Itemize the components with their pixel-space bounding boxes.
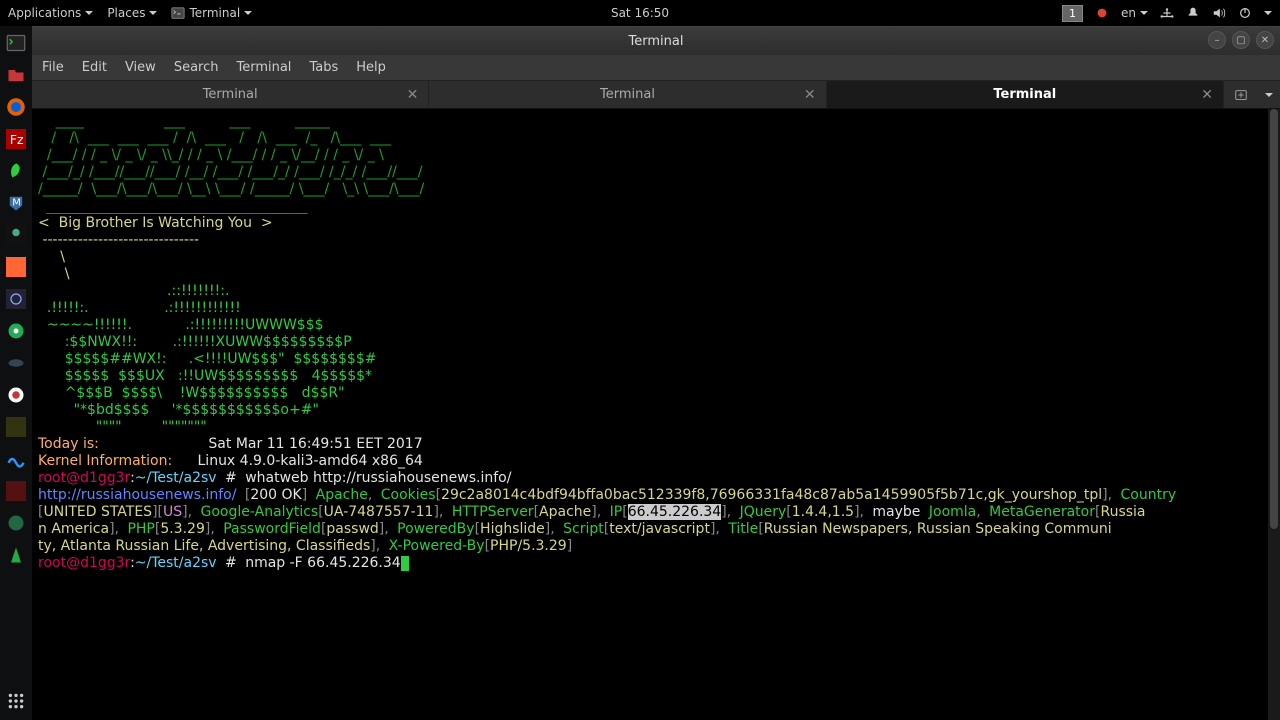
places-label: Places — [107, 6, 145, 20]
close-icon[interactable]: ✕ — [407, 87, 419, 103]
top-panel: Applications Places Terminal Sat 16:50 1… — [0, 0, 1280, 26]
chevron-down-icon — [149, 11, 157, 15]
dock-maltego[interactable] — [3, 382, 29, 408]
dock: Fz M — [0, 26, 32, 720]
dock-leafpad[interactable] — [3, 158, 29, 184]
tab-3[interactable]: Terminal ✕ — [827, 81, 1224, 108]
prompt-user: root@d1gg3r — [38, 470, 130, 486]
power-icon[interactable] — [1238, 6, 1252, 20]
minimize-button[interactable]: – — [1208, 31, 1226, 49]
dock-files[interactable] — [3, 62, 29, 88]
window-title: Terminal — [629, 34, 684, 49]
dock-zenmap[interactable] — [3, 318, 29, 344]
record-icon[interactable] — [1095, 6, 1109, 20]
dock-tool-1[interactable] — [3, 286, 29, 312]
prompt-path: ~/Test/a2sv — [135, 555, 217, 571]
ww-url: http://russiahousenews.info/ — [38, 487, 236, 503]
active-app-label: Terminal — [189, 6, 240, 20]
kernel-label: Kernel Information: — [38, 453, 172, 469]
scrollbar[interactable] — [1268, 109, 1280, 720]
menu-search[interactable]: Search — [174, 60, 219, 75]
new-tab-button[interactable] — [1224, 81, 1258, 108]
close-icon[interactable]: ✕ — [804, 87, 816, 103]
terminal-viewport[interactable]: ____ ___ ___ _____ / /\ ___ ___ ___ / /\… — [32, 109, 1280, 720]
cmd-nmap: nmap -F 66.45.226.34 — [245, 555, 401, 571]
dock-tool-4[interactable] — [3, 510, 29, 536]
tab-1[interactable]: Terminal ✕ — [32, 81, 429, 108]
menu-terminal[interactable]: Terminal — [236, 60, 291, 75]
notification-icon[interactable] — [1186, 6, 1200, 20]
today-label: Today is: — [38, 436, 99, 452]
maximize-button[interactable]: ▢ — [1232, 31, 1250, 49]
places-menu[interactable]: Places — [107, 6, 157, 20]
dock-firefox[interactable] — [3, 94, 29, 120]
applications-menu[interactable]: Applications — [8, 6, 93, 20]
svg-text:M: M — [12, 198, 21, 209]
dock-tool-2[interactable] — [3, 414, 29, 440]
chevron-down-icon — [1264, 11, 1272, 15]
keyboard-layout[interactable]: en — [1121, 6, 1148, 20]
cursor — [401, 556, 409, 571]
motd-dashes: ------------------------------- — [38, 232, 199, 248]
today-value: Sat Mar 11 16:49:51 EET 2017 — [208, 436, 422, 452]
active-app-menu[interactable]: Terminal — [171, 6, 252, 20]
close-button[interactable]: ✕ — [1256, 31, 1274, 49]
dock-armitage[interactable] — [3, 222, 29, 248]
chevron-down-icon — [1265, 93, 1273, 97]
menu-tabs[interactable]: Tabs — [309, 60, 338, 75]
terminal-window: Terminal – ▢ ✕ File Edit View Search Ter… — [32, 26, 1280, 720]
dock-wireshark[interactable] — [3, 446, 29, 472]
volume-icon[interactable] — [1212, 6, 1226, 20]
show-applications[interactable] — [3, 688, 29, 714]
tab-label: Terminal — [203, 87, 258, 102]
prompt-path: ~/Test/a2sv — [135, 470, 217, 486]
scrollbar-thumb[interactable] — [1270, 109, 1278, 529]
chevron-down-icon — [244, 11, 252, 15]
cmd-whatweb: whatweb http://russiahousenews.info/ — [245, 470, 511, 486]
dock-tool-5[interactable] — [3, 542, 29, 568]
terminal-icon — [171, 6, 185, 20]
menu-edit[interactable]: Edit — [82, 60, 107, 75]
workspace-indicator[interactable]: 1 — [1062, 5, 1083, 22]
kernel-value: Linux 4.9.0-kali3-amd64 x86_64 — [198, 453, 423, 469]
dock-ettercap[interactable] — [3, 350, 29, 376]
prompt-user: root@d1gg3r — [38, 555, 130, 571]
dock-metasploit[interactable]: M — [3, 190, 29, 216]
menu-view[interactable]: View — [125, 60, 156, 75]
clock-text: Sat 16:50 — [611, 6, 669, 20]
svg-text:Fz: Fz — [10, 132, 24, 147]
lang-label: en — [1121, 6, 1136, 20]
dock-filezilla[interactable]: Fz — [3, 126, 29, 152]
dock-tool-3[interactable] — [3, 478, 29, 504]
tab-label: Terminal — [600, 87, 655, 102]
chevron-down-icon — [1140, 11, 1148, 15]
menu-help[interactable]: Help — [356, 60, 386, 75]
tab-2[interactable]: Terminal ✕ — [429, 81, 826, 108]
network-icon[interactable] — [1160, 6, 1174, 20]
menu-file[interactable]: File — [42, 60, 64, 75]
applications-label: Applications — [8, 6, 81, 20]
clock[interactable]: Sat 16:50 — [611, 6, 669, 20]
dock-burpsuite[interactable] — [3, 254, 29, 280]
tab-label: Terminal — [993, 87, 1056, 102]
menubar: File Edit View Search Terminal Tabs Help — [32, 55, 1280, 81]
tabbar: Terminal ✕ Terminal ✕ Terminal ✕ — [32, 81, 1280, 109]
titlebar[interactable]: Terminal – ▢ ✕ — [32, 27, 1280, 55]
ip-highlight: 66.45.226.34 — [628, 504, 722, 520]
motd-banner: < Big Brother Is Watching You > — [38, 215, 273, 231]
dock-terminal[interactable] — [3, 30, 29, 56]
close-icon[interactable]: ✕ — [1201, 87, 1213, 103]
terminal-output: ____ ___ ___ _____ / /\ ___ ___ ___ / /\… — [32, 109, 1280, 576]
chevron-down-icon — [85, 11, 93, 15]
tab-overflow-button[interactable] — [1258, 81, 1280, 108]
